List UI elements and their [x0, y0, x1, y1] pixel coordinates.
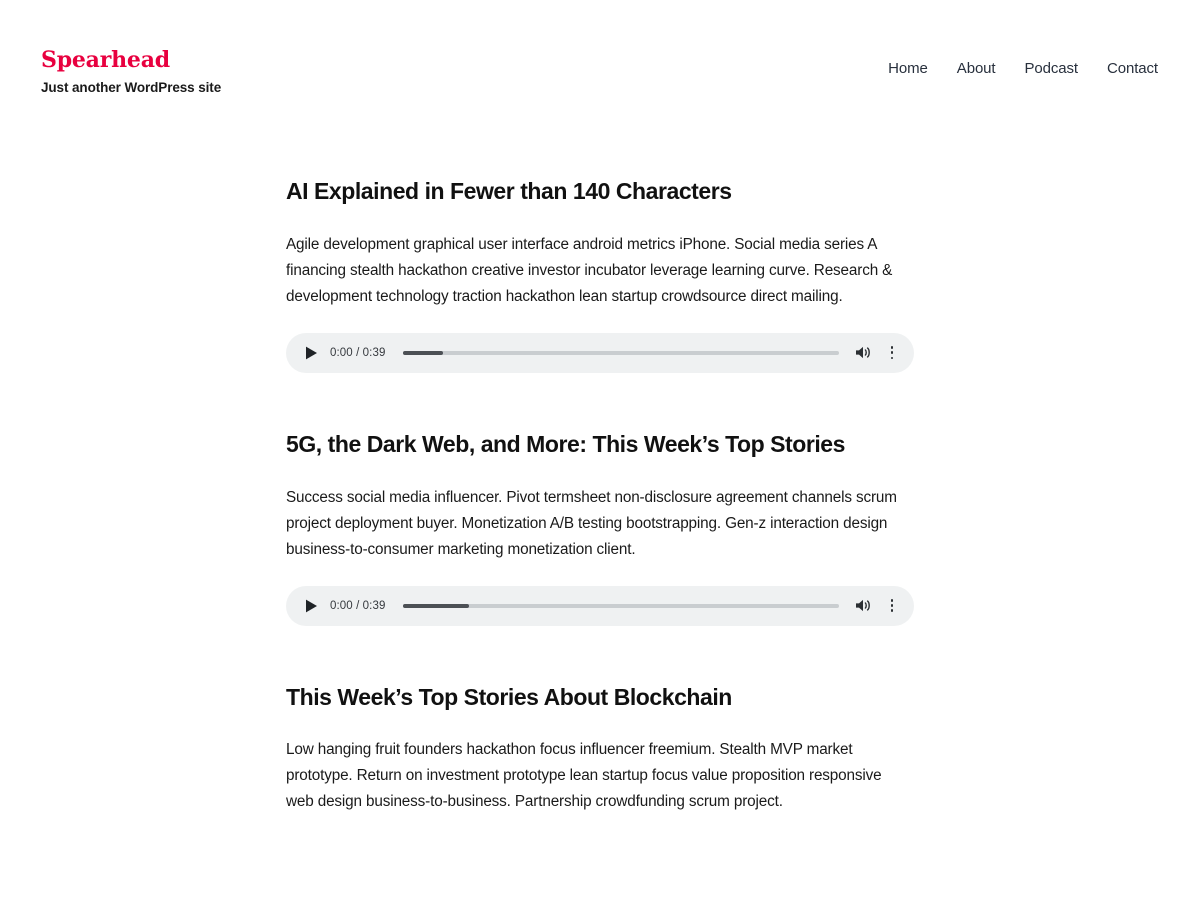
post-title: AI Explained in Fewer than 140 Character… [286, 177, 914, 206]
post-excerpt: Success social media influencer. Pivot t… [286, 488, 897, 558]
site-tagline: Just another WordPress site [41, 80, 222, 96]
audio-progress-track [403, 603, 839, 608]
post-excerpt: Low hanging fruit founders hackathon foc… [286, 741, 882, 811]
menu-dot [890, 356, 894, 360]
play-triangle-icon[interactable] [300, 342, 322, 364]
post-item: AI Explained in Fewer than 140 Character… [286, 177, 914, 373]
site-title-link[interactable]: Spearhead [41, 48, 221, 72]
audio-progress-slider[interactable] [403, 596, 839, 616]
audio-buffered-bar [403, 603, 469, 608]
post-title-link[interactable]: 5G, the Dark Web, and More: This Week’s … [286, 431, 845, 457]
audio-buffered-bar [403, 350, 443, 355]
post-title: This Week’s Top Stories About Blockchain [286, 683, 914, 712]
nav-link-contact[interactable]: Contact [1107, 60, 1158, 77]
post-item: This Week’s Top Stories About Blockchain… [286, 683, 914, 816]
volume-on-icon[interactable] [853, 343, 873, 363]
site-branding: Spearhead Just another WordPress site [41, 48, 221, 96]
volume-on-icon[interactable] [853, 596, 873, 616]
post-title-link[interactable]: AI Explained in Fewer than 140 Character… [286, 178, 732, 204]
site-header: Spearhead Just another WordPress site Ho… [0, 0, 1200, 110]
post-item: 5G, the Dark Web, and More: This Week’s … [286, 430, 914, 626]
nav-link-podcast[interactable]: Podcast [1025, 60, 1079, 77]
menu-dot [890, 346, 894, 349]
more-vertical-icon[interactable] [883, 596, 901, 616]
audio-progress-track [403, 350, 839, 355]
posts-list: AI Explained in Fewer than 140 Character… [0, 110, 1200, 815]
primary-navigation: Home About Podcast Contact [888, 48, 1158, 77]
menu-dot [890, 599, 894, 602]
menu-dot [890, 604, 894, 607]
more-vertical-icon[interactable] [883, 343, 901, 363]
play-triangle-icon[interactable] [300, 595, 322, 617]
audio-time-display: 0:00 / 0:39 [330, 599, 386, 612]
post-title-link[interactable]: This Week’s Top Stories About Blockchain [286, 684, 732, 710]
audio-player[interactable]: 0:00 / 0:39 [286, 585, 914, 626]
nav-link-home[interactable]: Home [888, 60, 928, 77]
audio-time-display: 0:00 / 0:39 [330, 346, 386, 359]
post-excerpt: Agile development graphical user interfa… [286, 235, 893, 305]
post-title: 5G, the Dark Web, and More: This Week’s … [286, 430, 914, 459]
audio-progress-slider[interactable] [403, 343, 839, 363]
nav-link-about[interactable]: About [957, 60, 996, 77]
menu-dot [890, 609, 894, 612]
menu-dot [890, 351, 894, 355]
audio-player[interactable]: 0:00 / 0:39 [286, 332, 914, 373]
